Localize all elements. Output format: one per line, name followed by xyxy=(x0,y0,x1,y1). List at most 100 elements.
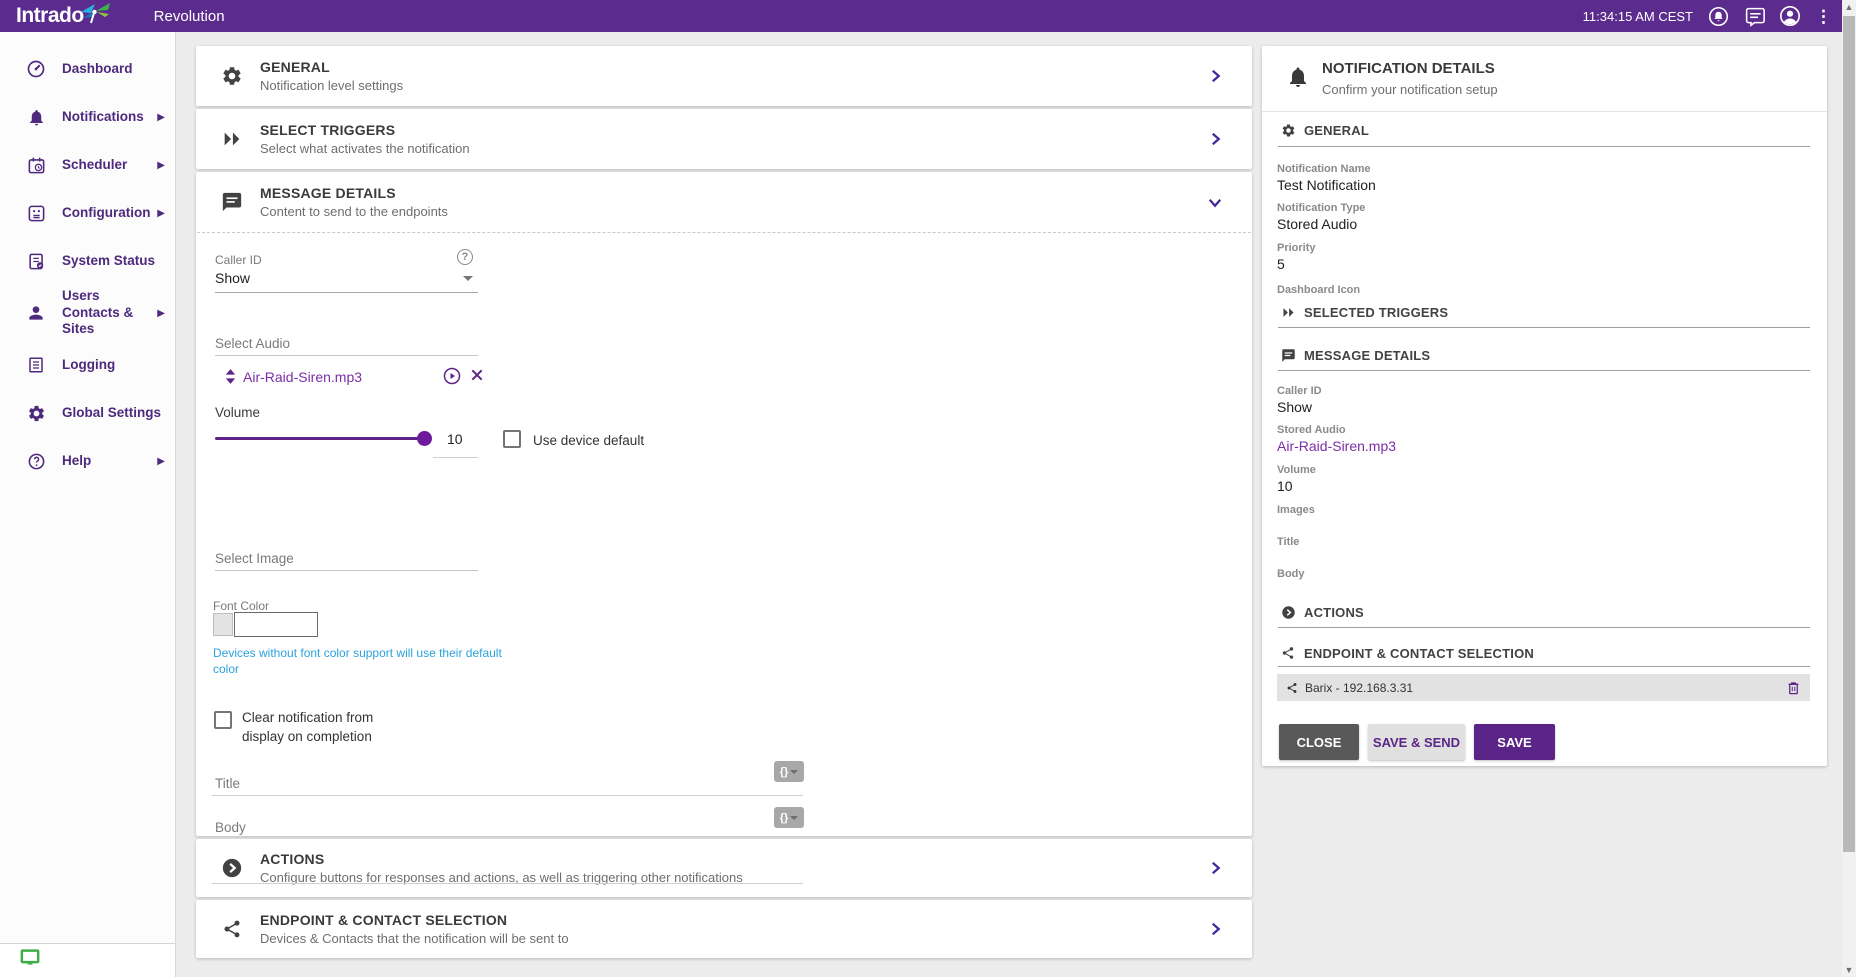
bell-icon xyxy=(1286,65,1310,94)
save-and-send-button[interactable]: SAVE & SEND xyxy=(1368,724,1465,760)
caller-id-label: Caller ID xyxy=(215,253,262,267)
chevron-right-icon[interactable] xyxy=(1206,920,1224,938)
app-title: Revolution xyxy=(154,8,225,25)
field-label: Volume xyxy=(1277,464,1316,476)
field-label: Priority xyxy=(1277,242,1316,254)
close-button[interactable]: CLOSE xyxy=(1279,724,1359,760)
panel-title: SELECT TRIGGERS xyxy=(260,122,470,138)
chevron-down-icon[interactable] xyxy=(1206,193,1224,211)
sidebar-item-label: Configuration xyxy=(62,205,157,222)
volume-value[interactable]: 10 xyxy=(447,431,463,447)
endpoint-device-row[interactable]: Barix - 192.168.3.31 xyxy=(1277,674,1810,701)
title-token-button[interactable]: {} xyxy=(774,761,804,782)
slider-thumb[interactable] xyxy=(417,431,432,446)
sidebar-item-logging[interactable]: Logging xyxy=(0,341,175,389)
chevron-right-icon[interactable] xyxy=(1206,859,1224,877)
chevron-down-icon xyxy=(790,816,798,820)
scroll-up-icon[interactable]: ▲ xyxy=(1842,0,1856,14)
sidebar-item-label: Dashboard xyxy=(62,61,162,78)
stored-audio-link[interactable]: Air-Raid-Siren.mp3 xyxy=(1277,438,1396,454)
chevron-right-icon[interactable] xyxy=(1206,67,1224,85)
use-device-default-label: Use device default xyxy=(533,433,644,448)
chat-icon[interactable] xyxy=(1743,5,1765,27)
document-check-icon xyxy=(26,251,46,271)
sidebar-item-notifications[interactable]: Notifications ▶ xyxy=(0,93,175,141)
person-icon xyxy=(26,303,46,323)
panel-actions-header[interactable]: ACTIONS Configure buttons for responses … xyxy=(196,839,1252,897)
clear-notification-label: Clear notification from display on compl… xyxy=(242,709,417,747)
sidebar-item-label: Global Settings xyxy=(62,405,162,422)
panel-select-triggers-header[interactable]: SELECT TRIGGERS Select what activates th… xyxy=(196,109,1252,169)
font-color-swatch[interactable] xyxy=(213,613,233,636)
double-arrow-icon xyxy=(220,127,244,151)
sidebar-item-system-status[interactable]: System Status xyxy=(0,237,175,285)
circle-arrow-icon xyxy=(1280,604,1296,620)
field-label: Body xyxy=(1277,568,1305,580)
audio-file-link[interactable]: Air-Raid-Siren.mp3 xyxy=(243,369,362,385)
trash-icon[interactable] xyxy=(1786,680,1801,696)
sidebar-item-configuration[interactable]: Configuration ▶ xyxy=(0,189,175,237)
font-color-input[interactable] xyxy=(234,612,318,637)
body-field-label[interactable]: Body xyxy=(215,820,246,835)
more-menu-icon[interactable]: ⋮ xyxy=(1815,8,1832,25)
panel-general-header[interactable]: GENERAL Notification level settings xyxy=(196,46,1252,106)
sidebar-item-help[interactable]: Help ▶ xyxy=(0,437,175,485)
clock-text: 11:34:15 AM CEST xyxy=(1583,9,1693,24)
save-button[interactable]: SAVE xyxy=(1474,724,1555,760)
help-icon[interactable]: ? xyxy=(457,249,473,265)
share-icon xyxy=(220,917,244,941)
monitor-icon[interactable] xyxy=(20,949,40,972)
details-selected-triggers-heading: SELECTED TRIGGERS xyxy=(1280,304,1448,320)
sidebar-item-global-settings[interactable]: Global Settings xyxy=(0,389,175,437)
panel-endpoint-header[interactable]: ENDPOINT & CONTACT SELECTION Devices & C… xyxy=(196,900,1252,958)
body-token-button[interactable]: {} xyxy=(774,807,804,828)
account-icon[interactable] xyxy=(1779,5,1801,27)
chevron-right-icon: ▶ xyxy=(157,112,165,123)
panel-title: ACTIONS xyxy=(260,851,743,867)
sidebar: Dashboard Notifications ▶ Scheduler ▶ xyxy=(0,32,176,977)
field-value: Test Notification xyxy=(1277,177,1376,193)
sidebar-item-label: Help xyxy=(62,453,157,470)
chevron-right-icon[interactable] xyxy=(1206,130,1224,148)
details-subtitle: Confirm your notification setup xyxy=(1322,82,1498,97)
sidebar-item-scheduler[interactable]: Scheduler ▶ xyxy=(0,141,175,189)
title-field-label[interactable]: Title xyxy=(215,776,240,791)
sidebar-footer xyxy=(0,943,175,977)
details-message-details-heading: MESSAGE DETAILS xyxy=(1280,347,1430,363)
alarm-icon[interactable] xyxy=(1707,5,1729,27)
field-label: Notification Name xyxy=(1277,163,1371,175)
font-color-hint[interactable]: Devices without font color support will … xyxy=(213,645,508,677)
sort-icon[interactable] xyxy=(224,369,237,384)
panel-subtitle: Notification level settings xyxy=(260,78,403,93)
content-area: GENERAL Notification level settings SELE… xyxy=(176,32,1842,977)
logo-text: Intrado xyxy=(16,1,84,31)
select-audio-label[interactable]: Select Audio xyxy=(215,336,290,351)
log-list-icon xyxy=(26,355,46,375)
panel-message-details-header[interactable]: MESSAGE DETAILS Content to send to the e… xyxy=(196,172,1252,232)
page-scrollbar[interactable]: ▲ ▼ xyxy=(1842,0,1856,977)
notification-editor: GENERAL Notification level settings SELE… xyxy=(196,46,1252,958)
scrollbar-thumb[interactable] xyxy=(1843,16,1855,852)
scroll-down-icon[interactable]: ▼ xyxy=(1842,963,1856,977)
sidebar-item-users-contacts-sites[interactable]: Users Contacts & Sites ▶ xyxy=(0,285,175,341)
details-general-heading: GENERAL xyxy=(1280,122,1369,138)
select-image-label[interactable]: Select Image xyxy=(215,551,294,566)
details-endpoint-heading: ENDPOINT & CONTACT SELECTION xyxy=(1280,645,1534,661)
details-header: NOTIFICATION DETAILS Confirm your notifi… xyxy=(1262,46,1827,112)
dragonfly-icon xyxy=(80,2,114,24)
sidebar-item-dashboard[interactable]: Dashboard xyxy=(0,45,175,93)
close-icon[interactable] xyxy=(469,367,485,383)
gear-icon xyxy=(26,403,46,423)
device-label: Barix - 192.168.3.31 xyxy=(1305,681,1413,695)
field-value: 5 xyxy=(1277,256,1285,272)
use-device-default-checkbox[interactable] xyxy=(503,430,521,448)
gear-icon xyxy=(220,64,244,88)
panel-title: MESSAGE DETAILS xyxy=(260,185,448,201)
top-bar: Intrado Revolution 11:34:15 AM CEST xyxy=(0,0,1842,32)
clear-notification-checkbox[interactable] xyxy=(214,711,232,729)
field-label: Dashboard Icon xyxy=(1277,284,1360,296)
panel-select-triggers: SELECT TRIGGERS Select what activates th… xyxy=(196,109,1252,169)
play-icon[interactable] xyxy=(443,367,461,385)
field-label: Stored Audio xyxy=(1277,424,1346,436)
bell-icon xyxy=(26,107,46,127)
